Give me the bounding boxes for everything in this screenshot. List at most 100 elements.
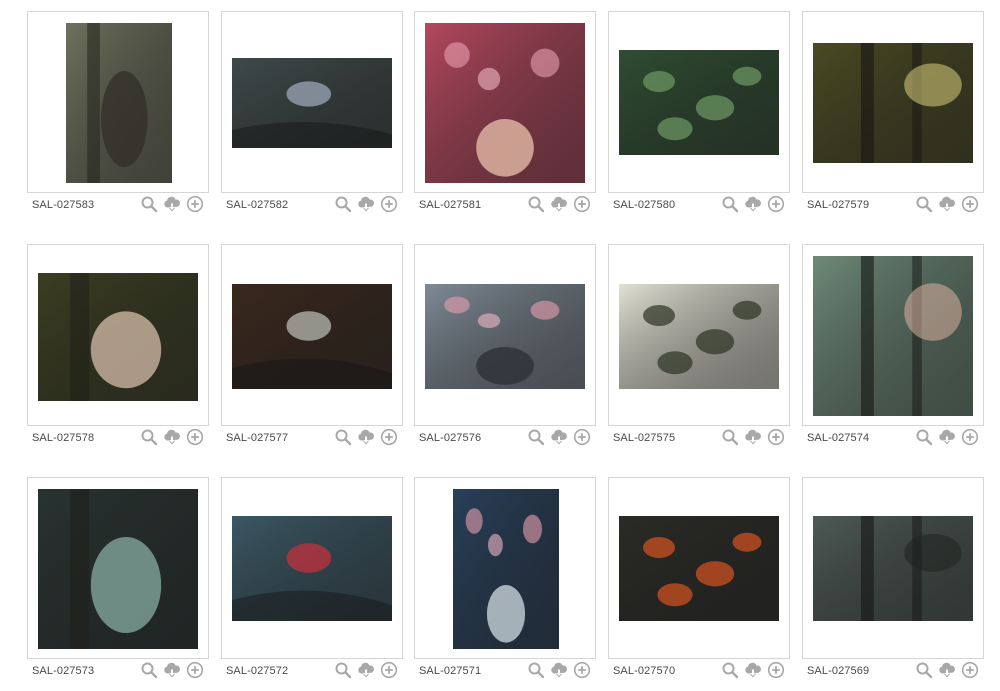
- image-card: [802, 11, 984, 193]
- cloud-download-icon[interactable]: [357, 428, 375, 446]
- card-actions: [527, 661, 591, 679]
- image-card: [414, 477, 596, 659]
- cloud-download-icon[interactable]: [357, 195, 375, 213]
- plus-circle-icon[interactable]: [767, 428, 785, 446]
- image-thumbnail[interactable]: [66, 23, 172, 183]
- image-id-label: SAL-027570: [613, 665, 676, 677]
- magnifier-icon[interactable]: [721, 661, 739, 679]
- image-thumbnail[interactable]: [619, 50, 779, 155]
- plus-circle-icon[interactable]: [961, 195, 979, 213]
- magnifier-icon[interactable]: [527, 661, 545, 679]
- image-thumbnail[interactable]: [453, 489, 559, 649]
- magnifier-icon[interactable]: [721, 195, 739, 213]
- image-id-label: SAL-027572: [226, 665, 289, 677]
- cloud-download-icon[interactable]: [550, 195, 568, 213]
- card-actions: [334, 195, 398, 213]
- cloud-download-icon[interactable]: [744, 661, 762, 679]
- cloud-download-icon[interactable]: [744, 428, 762, 446]
- plus-circle-icon[interactable]: [573, 661, 591, 679]
- magnifier-icon[interactable]: [140, 661, 158, 679]
- plus-circle-icon[interactable]: [573, 428, 591, 446]
- cloud-download-icon[interactable]: [938, 428, 956, 446]
- plus-circle-icon[interactable]: [767, 661, 785, 679]
- magnifier-icon[interactable]: [140, 195, 158, 213]
- magnifier-icon[interactable]: [915, 195, 933, 213]
- image-id-label: SAL-027574: [807, 432, 870, 444]
- image-id-label: SAL-027575: [613, 432, 676, 444]
- image-thumbnail[interactable]: [619, 284, 779, 389]
- image-card: [414, 11, 596, 193]
- cloud-download-icon[interactable]: [163, 195, 181, 213]
- image-thumbnail[interactable]: [232, 284, 392, 389]
- image-thumbnail[interactable]: [38, 273, 198, 401]
- image-card: [608, 244, 790, 426]
- cloud-download-icon[interactable]: [550, 661, 568, 679]
- image-card: [608, 11, 790, 193]
- image-thumbnail[interactable]: [813, 516, 973, 621]
- image-card: [608, 477, 790, 659]
- magnifier-icon[interactable]: [334, 661, 352, 679]
- cloud-download-icon[interactable]: [938, 661, 956, 679]
- image-thumbnail[interactable]: [425, 284, 585, 389]
- card-actions: [140, 195, 204, 213]
- magnifier-icon[interactable]: [334, 195, 352, 213]
- image-id-label: SAL-027579: [807, 199, 870, 211]
- image-card: [221, 11, 403, 193]
- image-thumbnail[interactable]: [813, 43, 973, 163]
- card-actions: [527, 428, 591, 446]
- image-card: [802, 244, 984, 426]
- plus-circle-icon[interactable]: [186, 661, 204, 679]
- image-id-label: SAL-027573: [32, 665, 95, 677]
- image-card: [27, 477, 209, 659]
- image-thumbnail[interactable]: [232, 58, 392, 148]
- cloud-download-icon[interactable]: [163, 428, 181, 446]
- image-thumbnail[interactable]: [813, 256, 973, 416]
- card-actions: [721, 661, 785, 679]
- cloud-download-icon[interactable]: [550, 428, 568, 446]
- image-id-label: SAL-027571: [419, 665, 482, 677]
- card-actions: [140, 661, 204, 679]
- image-id-label: SAL-027581: [419, 199, 482, 211]
- plus-circle-icon[interactable]: [961, 428, 979, 446]
- image-card: [27, 244, 209, 426]
- plus-circle-icon[interactable]: [961, 661, 979, 679]
- magnifier-icon[interactable]: [334, 428, 352, 446]
- image-card: [27, 11, 209, 193]
- magnifier-icon[interactable]: [721, 428, 739, 446]
- card-actions: [915, 195, 979, 213]
- image-thumbnail[interactable]: [619, 516, 779, 621]
- image-card: [414, 244, 596, 426]
- card-actions: [915, 661, 979, 679]
- card-actions: [334, 661, 398, 679]
- image-card: [802, 477, 984, 659]
- plus-circle-icon[interactable]: [186, 195, 204, 213]
- magnifier-icon[interactable]: [527, 428, 545, 446]
- magnifier-icon[interactable]: [140, 428, 158, 446]
- cloud-download-icon[interactable]: [163, 661, 181, 679]
- cloud-download-icon[interactable]: [357, 661, 375, 679]
- card-actions: [721, 195, 785, 213]
- image-thumbnail[interactable]: [38, 489, 198, 649]
- magnifier-icon[interactable]: [915, 661, 933, 679]
- image-thumbnail[interactable]: [232, 516, 392, 621]
- card-actions: [527, 195, 591, 213]
- card-actions: [334, 428, 398, 446]
- card-actions: [915, 428, 979, 446]
- image-thumbnail[interactable]: [425, 23, 585, 183]
- image-card: [221, 244, 403, 426]
- image-id-label: SAL-027583: [32, 199, 95, 211]
- magnifier-icon[interactable]: [915, 428, 933, 446]
- cloud-download-icon[interactable]: [938, 195, 956, 213]
- magnifier-icon[interactable]: [527, 195, 545, 213]
- plus-circle-icon[interactable]: [380, 195, 398, 213]
- image-id-label: SAL-027577: [226, 432, 289, 444]
- plus-circle-icon[interactable]: [767, 195, 785, 213]
- image-id-label: SAL-027580: [613, 199, 676, 211]
- plus-circle-icon[interactable]: [186, 428, 204, 446]
- plus-circle-icon[interactable]: [380, 661, 398, 679]
- plus-circle-icon[interactable]: [380, 428, 398, 446]
- plus-circle-icon[interactable]: [573, 195, 591, 213]
- cloud-download-icon[interactable]: [744, 195, 762, 213]
- image-card: [221, 477, 403, 659]
- image-id-label: SAL-027576: [419, 432, 482, 444]
